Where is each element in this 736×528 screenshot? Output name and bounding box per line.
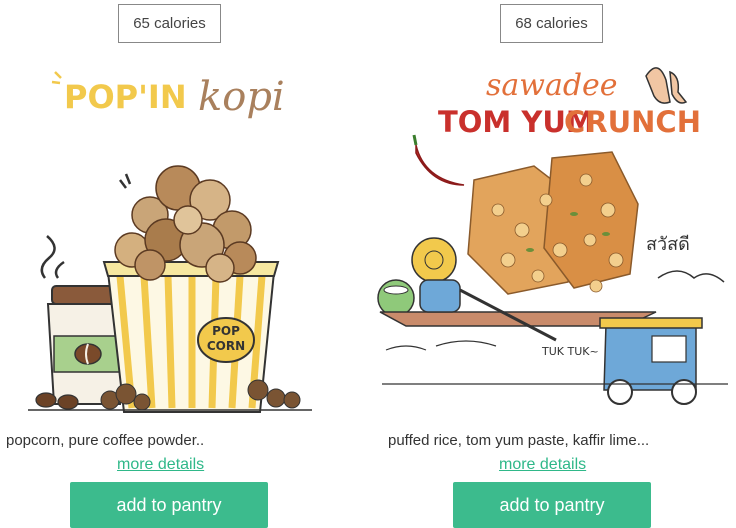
brand-word-sawadee: sawadee (486, 68, 618, 103)
more-details-link[interactable]: more details (499, 456, 586, 474)
brand-word-popin: POP'IN (64, 78, 187, 116)
tuk-tuk-icon (599, 317, 703, 405)
brand-word-crunch: CRUNCH (564, 105, 701, 139)
add-to-pantry-button[interactable]: add to pantry (453, 482, 651, 528)
rice-cracker-icon (467, 151, 639, 295)
popcorn-label-pop: POP (212, 324, 240, 338)
more-details-link[interactable]: more details (117, 456, 204, 474)
sparkle-icon (51, 71, 62, 85)
coconut-icon (377, 279, 415, 317)
add-to-pantry-button[interactable]: add to pantry (70, 482, 268, 528)
brand-logo-popin-kopi: POP'IN kopi (51, 71, 285, 120)
brand-word-kopi: kopi (198, 74, 285, 120)
product-card-tom-yum-crunch: 68 calories sawadee TOM YUM CRUNCH สวัสด… (376, 0, 736, 528)
river-icon (385, 340, 497, 351)
mountains-icon (657, 270, 725, 283)
ingredient-description: puffed rice, tom yum paste, kaffir lime.… (388, 432, 650, 449)
popcorn-label-corn: CORN (207, 339, 245, 353)
thai-greeting: สวัสดี (646, 234, 690, 255)
calorie-badge: 68 calories (500, 4, 603, 43)
product-image-popin-kopi[interactable]: POP'IN kopi POP CORN (0, 50, 360, 415)
chili-icon (412, 134, 465, 186)
tuk-tuk-label: TUK TUK~ (541, 345, 599, 358)
ingredient-description: popcorn, pure coffee powder.. (6, 432, 205, 449)
product-image-tom-yum-crunch[interactable]: sawadee TOM YUM CRUNCH สวัสดี TUK TUK~ (376, 50, 736, 415)
calorie-badge: 65 calories (118, 4, 221, 43)
praying-hands-icon (645, 67, 688, 104)
product-card-popin-kopi: 65 calories POP'IN kopi POP CORN popcorn… (0, 0, 360, 528)
